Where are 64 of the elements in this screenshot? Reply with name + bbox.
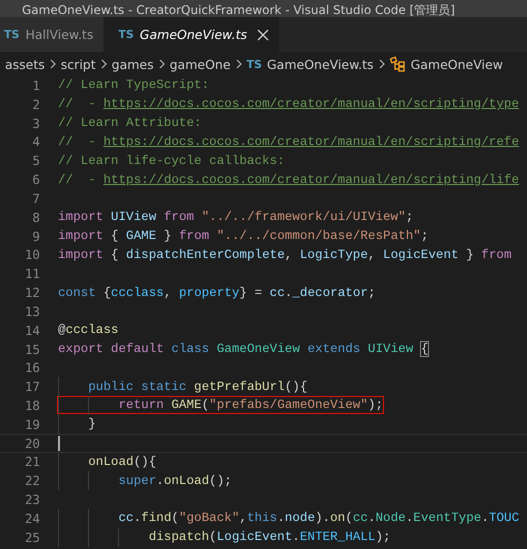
breadcrumb-item[interactable]: gameOne bbox=[170, 56, 231, 72]
code-line: import { GAME } from "../../common/base/ResPath"; bbox=[58, 228, 428, 244]
breadcrumb-item[interactable]: script bbox=[60, 56, 96, 72]
chevron-right-icon bbox=[236, 59, 242, 69]
line-number: 18 bbox=[24, 398, 40, 413]
window-title: GameOneView.ts - CreatorQuickFramework - Visual Studio Code [管理员] bbox=[22, 3, 455, 17]
chevron-right-icon bbox=[378, 59, 385, 69]
code-line: @ccclass bbox=[58, 322, 118, 338]
code-line: onLoad(){ bbox=[87, 454, 156, 470]
line-number: 11 bbox=[24, 266, 40, 282]
code-line: export default class GameOneView extends UIView { bbox=[58, 341, 428, 357]
line-number: 22 bbox=[24, 473, 40, 488]
chevron-right-icon bbox=[100, 59, 107, 69]
line-number: 17 bbox=[24, 379, 40, 394]
code-line: cc.find("goBack",this.node).on(cc.Node.EventType.TOUC bbox=[117, 510, 520, 526]
line-number: 25 bbox=[24, 530, 40, 545]
class-symbol-icon bbox=[390, 56, 406, 72]
code-line: import { dispatchEnterComplete, LogicType, LogicEvent } from bbox=[58, 246, 512, 263]
chevron-right-icon bbox=[50, 59, 56, 69]
breadcrumb-item[interactable]: GameOneView bbox=[410, 56, 503, 72]
line-number: 6 bbox=[31, 172, 40, 188]
code-line: // Learn TypeScript: bbox=[58, 77, 210, 94]
text-cursor bbox=[58, 436, 60, 451]
editor-tab[interactable]: TS HallView.ts bbox=[0, 17, 104, 52]
editor-tab[interactable]: TS GameOneView.ts bbox=[104, 17, 280, 52]
line-number: 12 bbox=[24, 285, 40, 300]
code-line: // Learn life-cycle callbacks: bbox=[58, 152, 285, 169]
code-line: // - https://docs.cocos.com/creator/manual/en/scripting/refe bbox=[58, 134, 520, 150]
code-line: public static getPrefabUrl(){ bbox=[87, 378, 308, 395]
line-number: 10 bbox=[24, 247, 40, 262]
line-number: 14 bbox=[24, 322, 40, 338]
breadcrumb-item[interactable]: games bbox=[112, 56, 154, 72]
line-number: 3 bbox=[31, 116, 40, 131]
line-number: 13 bbox=[24, 304, 40, 319]
line-number: 8 bbox=[31, 210, 40, 225]
code-line: // Learn Attribute: bbox=[58, 115, 202, 132]
typescript-file-icon: TS bbox=[4, 28, 20, 41]
line-number: 19 bbox=[24, 416, 40, 432]
line-number: 23 bbox=[24, 492, 40, 508]
code-line: } bbox=[87, 416, 96, 432]
line-number: 2 bbox=[31, 96, 40, 112]
breadcrumb-item[interactable]: assets bbox=[5, 56, 45, 72]
line-number: 7 bbox=[31, 190, 40, 206]
line-number: 21 bbox=[24, 454, 40, 470]
line-number: 16 bbox=[24, 360, 40, 376]
typescript-file-icon: TS bbox=[118, 28, 134, 41]
typescript-file-icon: TS bbox=[246, 58, 262, 70]
line-number: 24 bbox=[24, 510, 40, 526]
chevron-right-icon bbox=[158, 59, 165, 69]
code-line: // - https://docs.cocos.com/creator/manual/en/scripting/type bbox=[58, 96, 520, 112]
breadcrumb-item[interactable]: GameOneView.ts bbox=[266, 56, 374, 72]
close-icon[interactable] bbox=[257, 28, 269, 40]
code-line: const {ccclass, property} = cc._decorator; bbox=[58, 284, 376, 301]
line-number: 15 bbox=[24, 342, 40, 356]
code-line: // - https://docs.cocos.com/creator/manual/en/scripting/life bbox=[58, 172, 520, 188]
code-line: super.onLoad(); bbox=[117, 472, 232, 489]
line-number: 9 bbox=[31, 228, 40, 244]
line-number: 5 bbox=[31, 153, 40, 168]
code-line: dispatch(LogicEvent.ENTER_HALL); bbox=[148, 529, 391, 546]
line-number: 1 bbox=[31, 78, 40, 93]
line-number: 20 bbox=[24, 436, 40, 451]
code-line: return GAME("prefabs/GameOneView"); bbox=[58, 397, 384, 414]
code-line: import UIView from "../../framework/ui/UIView"; bbox=[58, 209, 414, 226]
line-number: 4 bbox=[31, 134, 40, 150]
